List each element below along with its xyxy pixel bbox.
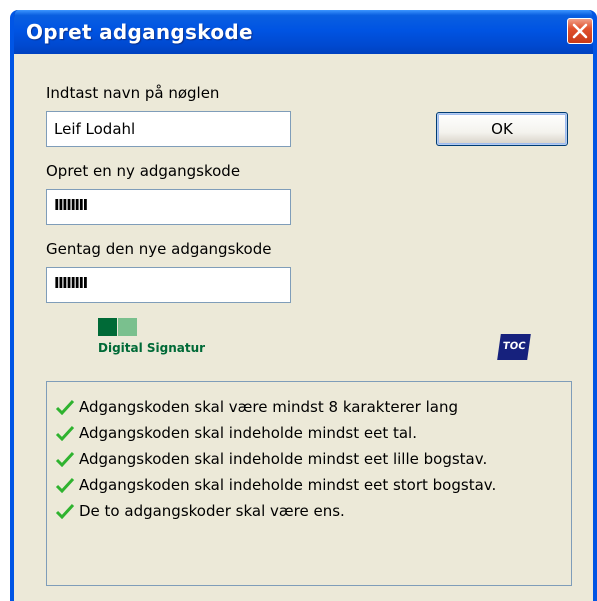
title-bar[interactable]: Opret adgangskode [14, 10, 593, 54]
digital-signatur-logo: Digital Signatur [98, 318, 223, 358]
name-label: Indtast navn på nøglen [46, 84, 220, 102]
close-button[interactable] [567, 18, 593, 44]
rule-text: Adgangskoden skal indeholde mindst eet l… [79, 450, 488, 468]
rule-text: Adgangskoden skal være mindst 8 karakter… [79, 398, 458, 416]
check-icon [55, 451, 75, 467]
rule-item: Adgangskoden skal være mindst 8 karakter… [55, 396, 458, 418]
rule-item: Adgangskoden skal indeholde mindst eet s… [55, 474, 496, 496]
dialog-body: Indtast navn på nøglen Leif Lodahl OK Op… [14, 54, 593, 601]
rule-text: De to adgangskoder skal være ens. [79, 502, 345, 520]
check-icon [55, 425, 75, 441]
rule-text: Adgangskoden skal indeholde mindst eet t… [79, 424, 417, 442]
rule-item: De to adgangskoder skal være ens. [55, 500, 345, 522]
repeat-password-input[interactable]: IIIIIIII [46, 267, 291, 303]
check-icon [55, 399, 75, 415]
new-password-label: Opret en ny adgangskode [46, 162, 241, 180]
repeat-password-value: IIIIIIII [54, 274, 88, 292]
repeat-password-label: Gentag den nye adgangskode [46, 240, 272, 258]
window-title: Opret adgangskode [26, 20, 253, 44]
close-icon [572, 23, 588, 39]
rule-item: Adgangskoden skal indeholde mindst eet l… [55, 448, 487, 470]
rule-text: Adgangskoden skal indeholde mindst eet s… [79, 476, 497, 494]
toc-logo: TOC [497, 334, 531, 360]
name-input-value: Leif Lodahl [54, 120, 136, 138]
name-input[interactable]: Leif Lodahl [46, 111, 291, 147]
password-rules-box: Adgangskoden skal være mindst 8 karakter… [46, 381, 572, 586]
new-password-input[interactable]: IIIIIIII [46, 189, 291, 225]
check-icon [55, 477, 75, 493]
dialog-window: Opret adgangskode Indtast navn på nøglen… [10, 10, 597, 601]
check-icon [55, 503, 75, 519]
new-password-value: IIIIIIII [54, 196, 88, 214]
rule-item: Adgangskoden skal indeholde mindst eet t… [55, 422, 417, 444]
digital-signatur-text: Digital Signatur [98, 341, 206, 355]
ok-button[interactable]: OK [436, 112, 568, 146]
